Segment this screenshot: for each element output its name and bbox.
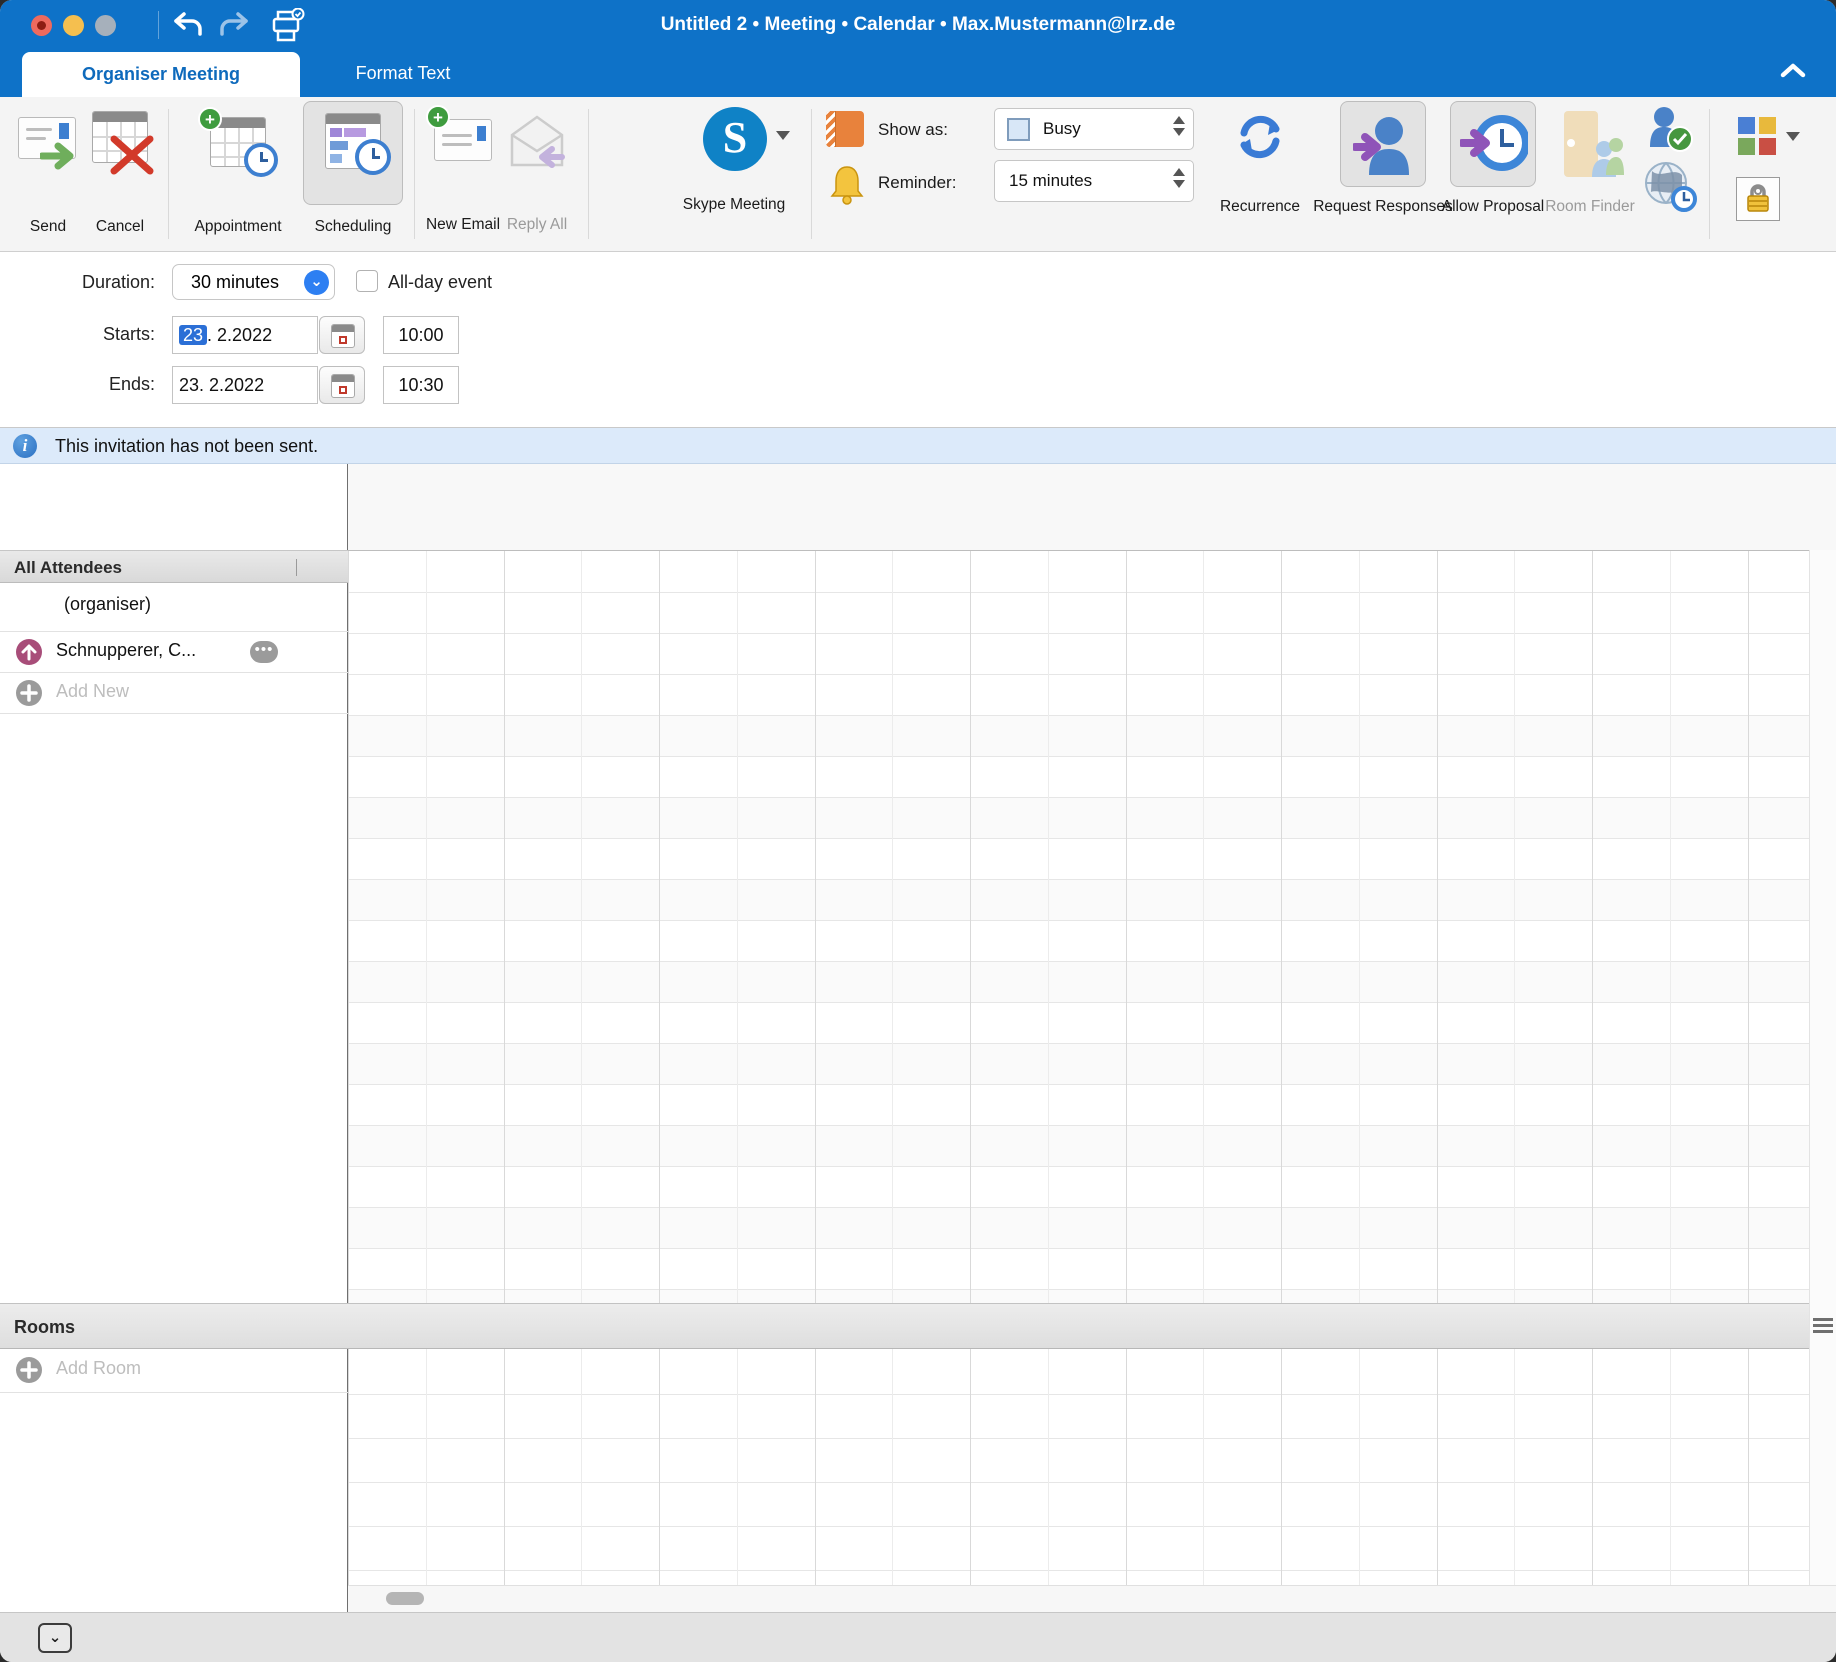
tab-organiser-meeting[interactable]: Organiser Meeting [22, 52, 300, 97]
ribbon-separator [588, 109, 589, 239]
ribbon-separator [1709, 109, 1710, 239]
starts-day-selected: 23 [179, 325, 207, 345]
organiser-label: (organiser) [64, 594, 151, 615]
meeting-form: Duration: 30 minutes ⌄ All-day event Sta… [0, 252, 1836, 428]
request-responses-button[interactable]: Request Responses [1340, 105, 1426, 245]
add-icon [16, 1357, 42, 1383]
starts-datepicker-button[interactable] [319, 316, 365, 354]
show-as-label: Show as: [878, 120, 948, 140]
scheduling-button[interactable]: Scheduling [303, 105, 403, 245]
print-icon[interactable] [268, 8, 304, 42]
skype-meeting-button[interactable]: S Skype Meeting [700, 105, 800, 245]
organizer-up-arrow-icon [16, 639, 42, 665]
starts-date-field[interactable]: 23. 2.2022 [172, 316, 318, 354]
recurrence-button[interactable]: Recurrence [1204, 105, 1316, 245]
minimize-button[interactable] [63, 15, 84, 36]
add-room-row[interactable]: Add Room [0, 1349, 348, 1393]
expand-panel-button[interactable]: ⌄ [38, 1623, 72, 1653]
request-responses-icon [1353, 109, 1413, 183]
add-new-row[interactable]: Add New [0, 673, 348, 714]
lock-icon [1741, 182, 1775, 216]
room-finder-button: Room Finder [1552, 105, 1628, 245]
busy-swatch-icon [1007, 118, 1030, 141]
collapse-ribbon-icon[interactable] [1778, 58, 1808, 84]
room-finder-icon [1558, 107, 1624, 187]
stepper-icon[interactable] [1173, 116, 1185, 142]
all-attendees-header: All Attendees [0, 550, 348, 583]
chevron-down-icon: ⌄ [304, 270, 329, 295]
scheduling-grid[interactable] [348, 550, 1836, 1585]
organiser-row[interactable]: (organiser) [0, 584, 348, 632]
reply-all-icon [504, 111, 570, 171]
ribbon: Send Cancel [0, 97, 1836, 252]
reminder-label: Reminder: [878, 173, 956, 193]
info-bar-text: This invitation has not been sent. [55, 428, 318, 464]
recurrence-icon [1232, 109, 1288, 165]
starts-label: Starts: [35, 324, 155, 345]
ribbon-separator [811, 109, 812, 239]
reminder-value: 15 minutes [1009, 161, 1092, 201]
rooms-header-bar [348, 1303, 1836, 1349]
info-icon: i [13, 434, 37, 458]
allow-proposal-button[interactable]: Allow Proposal [1450, 105, 1536, 245]
tab-format-text[interactable]: Format Text [318, 50, 488, 97]
info-bar: i This invitation has not been sent. [0, 428, 1836, 464]
starts-time-field[interactable]: 10:00 [383, 316, 459, 354]
duration-dropdown[interactable]: 30 minutes ⌄ [172, 264, 335, 300]
attendee-options-icon[interactable]: ••• [250, 641, 278, 663]
add-icon [16, 680, 42, 706]
ends-date-field[interactable]: 23. 2.2022 [172, 366, 318, 404]
duration-label: Duration: [35, 272, 155, 293]
clock-icon [244, 143, 278, 177]
show-as-icon [826, 111, 864, 147]
show-as-value: Busy [1043, 109, 1081, 149]
horizontal-scrollbar[interactable] [348, 1585, 1836, 1612]
zoom-button[interactable] [95, 15, 116, 36]
close-button[interactable] [31, 15, 52, 36]
undo-icon[interactable] [170, 8, 206, 42]
attendee-name: Schnupperer, C... [56, 640, 196, 661]
dropdown-arrow-icon[interactable] [776, 131, 790, 140]
new-badge-icon: + [426, 105, 450, 129]
column-splitter[interactable] [296, 559, 297, 576]
all-day-label: All-day event [388, 272, 492, 293]
skype-icon: S [703, 107, 767, 171]
ends-datepicker-button[interactable] [319, 366, 365, 404]
ends-label: Ends: [35, 374, 155, 395]
clock-icon [355, 139, 391, 175]
ends-time-field[interactable]: 10:30 [383, 366, 459, 404]
attendees-panel: All Attendees (organiser) Schnupperer, C… [0, 464, 348, 1612]
duration-value: 30 minutes [191, 265, 279, 299]
view-options-icon[interactable] [1738, 117, 1778, 157]
add-new-label: Add New [56, 681, 129, 702]
reply-all-button: Reply All [502, 105, 572, 245]
reminder-dropdown[interactable]: 15 minutes [994, 160, 1194, 202]
attendee-status-icon[interactable] [1642, 103, 1694, 155]
splitter-grip-icon[interactable] [1813, 1318, 1833, 1321]
title-bar: Untitled 2 • Meeting • Calendar • Max.Mu… [0, 0, 1836, 50]
meeting-window: Untitled 2 • Meeting • Calendar • Max.Mu… [0, 0, 1836, 1662]
stepper-icon[interactable] [1173, 168, 1185, 194]
attendee-row[interactable]: Schnupperer, C... ••• [0, 632, 348, 673]
show-as-dropdown[interactable]: Busy [994, 108, 1194, 150]
appointment-button[interactable]: + Appointment [186, 105, 290, 245]
legend-bar: ⌄ [0, 1612, 1836, 1662]
cancel-button[interactable]: Cancel [84, 105, 156, 245]
ribbon-tab-row: Organiser Meeting Format Text [0, 50, 1836, 97]
starts-date-rest: . 2.2022 [207, 325, 272, 345]
redo-icon[interactable] [216, 8, 252, 42]
timezone-globe-icon[interactable] [1642, 159, 1698, 213]
new-badge-icon: + [198, 107, 222, 131]
all-day-checkbox[interactable] [356, 270, 378, 292]
view-options-dropdown-icon[interactable] [1786, 132, 1800, 141]
allow-proposal-icon [1460, 109, 1528, 179]
permissions-lock-button[interactable] [1736, 177, 1780, 221]
horizontal-scrollbar-thumb[interactable] [386, 1592, 424, 1605]
titlebar-divider [158, 11, 159, 39]
add-room-label: Add Room [56, 1358, 141, 1379]
rooms-header: Rooms [0, 1303, 348, 1349]
reminder-bell-icon [828, 163, 866, 205]
vertical-scrollbar[interactable] [1809, 550, 1836, 1612]
